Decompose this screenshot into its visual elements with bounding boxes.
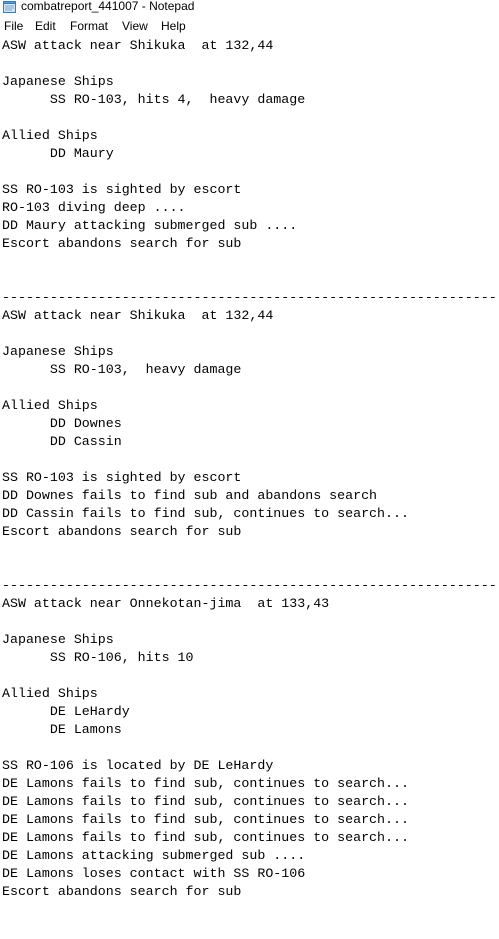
document-line: [2, 739, 499, 757]
document-line: [2, 559, 499, 577]
document-line: Allied Ships: [2, 686, 98, 701]
document-line: [2, 325, 499, 343]
document-line: ASW attack near Shikuka at 132,44: [2, 38, 274, 53]
document-line: DD Maury: [2, 146, 114, 161]
document-text[interactable]: ASW attack near Shikuka at 132,44 Japanes…: [0, 37, 499, 901]
document-line: SS RO-103 is sighted by escort: [2, 470, 242, 485]
document-line: DE LeHardy: [2, 704, 130, 719]
document-line: DE Lamons attacking submerged sub ....: [2, 848, 306, 863]
menu-view[interactable]: View: [122, 18, 148, 34]
document-line: Escort abandons search for sub: [2, 236, 242, 251]
document-line: SS RO-103, hits 4, heavy damage: [2, 92, 306, 107]
menu-edit[interactable]: Edit: [35, 18, 56, 34]
document-line: ASW attack near Shikuka at 132,44: [2, 308, 274, 323]
text-editor-area[interactable]: ASW attack near Shikuka at 132,44 Japanes…: [0, 37, 499, 939]
document-line: [2, 271, 499, 289]
document-line: Escort abandons search for sub: [2, 524, 242, 539]
title-bar[interactable]: combatreport_441007 - Notepad: [0, 0, 499, 14]
document-line: DD Cassin fails to find sub, continues t…: [2, 506, 409, 521]
window-title: combatreport_441007 - Notepad: [21, 0, 195, 13]
document-line: Japanese Ships: [2, 632, 114, 647]
document-line: Escort abandons search for sub: [2, 884, 242, 899]
document-line: ----------------------------------------…: [2, 290, 497, 305]
document-line: [2, 253, 499, 271]
document-line: DE Lamons fails to find sub, continues t…: [2, 830, 409, 845]
document-line: [2, 541, 499, 559]
document-line: [2, 55, 499, 73]
document-line: ASW attack near Onnekotan-jima at 133,43: [2, 596, 330, 611]
document-line: ----------------------------------------…: [2, 578, 497, 593]
document-line: RO-103 diving deep ....: [2, 200, 186, 215]
document-line: DD Downes: [2, 416, 122, 431]
document-line: [2, 379, 499, 397]
menu-help[interactable]: Help: [161, 18, 186, 34]
document-line: [2, 613, 499, 631]
document-line: [2, 667, 499, 685]
document-line: DD Downes fails to find sub and abandons…: [2, 488, 378, 503]
notepad-icon: [3, 0, 16, 13]
menu-file[interactable]: File: [4, 18, 23, 34]
document-line: Japanese Ships: [2, 74, 114, 89]
document-line: DE Lamons fails to find sub, continues t…: [2, 794, 409, 809]
menu-bar: File Edit Format View Help: [0, 16, 499, 36]
document-line: DE Lamons: [2, 722, 122, 737]
document-line: Allied Ships: [2, 398, 98, 413]
document-line: DD Maury attacking submerged sub ....: [2, 218, 298, 233]
document-line: SS RO-106 is located by DE LeHardy: [2, 758, 274, 773]
document-line: [2, 109, 499, 127]
document-line: [2, 451, 499, 469]
document-line: DD Cassin: [2, 434, 122, 449]
document-line: SS RO-106, hits 10: [2, 650, 194, 665]
document-line: SS RO-103, heavy damage: [2, 362, 242, 377]
document-line: DE Lamons loses contact with SS RO-106: [2, 866, 306, 881]
menu-format[interactable]: Format: [70, 18, 108, 34]
document-line: [2, 163, 499, 181]
notepad-window: combatreport_441007 - Notepad File Edit …: [0, 0, 499, 939]
document-line: SS RO-103 is sighted by escort: [2, 182, 242, 197]
document-line: DE Lamons fails to find sub, continues t…: [2, 812, 409, 827]
document-line: Japanese Ships: [2, 344, 114, 359]
document-line: Allied Ships: [2, 128, 98, 143]
document-line: DE Lamons fails to find sub, continues t…: [2, 776, 409, 791]
